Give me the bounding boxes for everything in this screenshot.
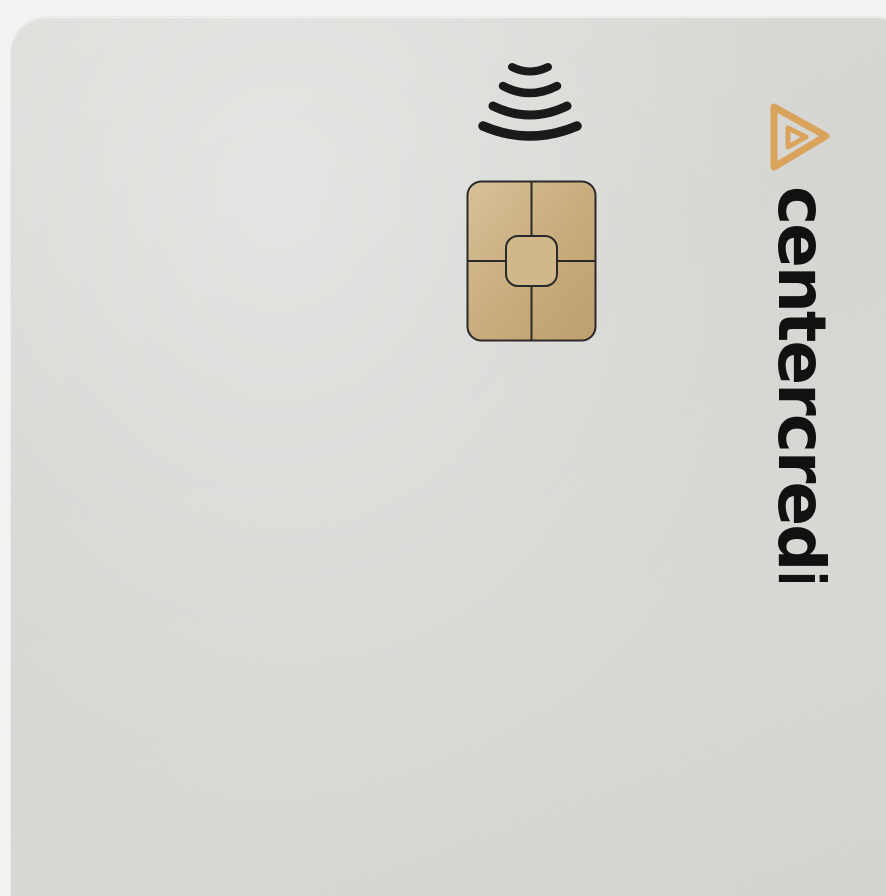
- centercredit-logo-icon: [770, 103, 830, 171]
- emv-chip: [466, 180, 597, 342]
- bank-card: [11, 17, 886, 896]
- contactless-icon: [478, 63, 582, 141]
- card-preview: centercredit: [0, 0, 886, 896]
- brand-name: centercredit: [774, 186, 828, 582]
- brand-wordmark: centercredit: [774, 186, 828, 582]
- card-texture: [11, 17, 886, 896]
